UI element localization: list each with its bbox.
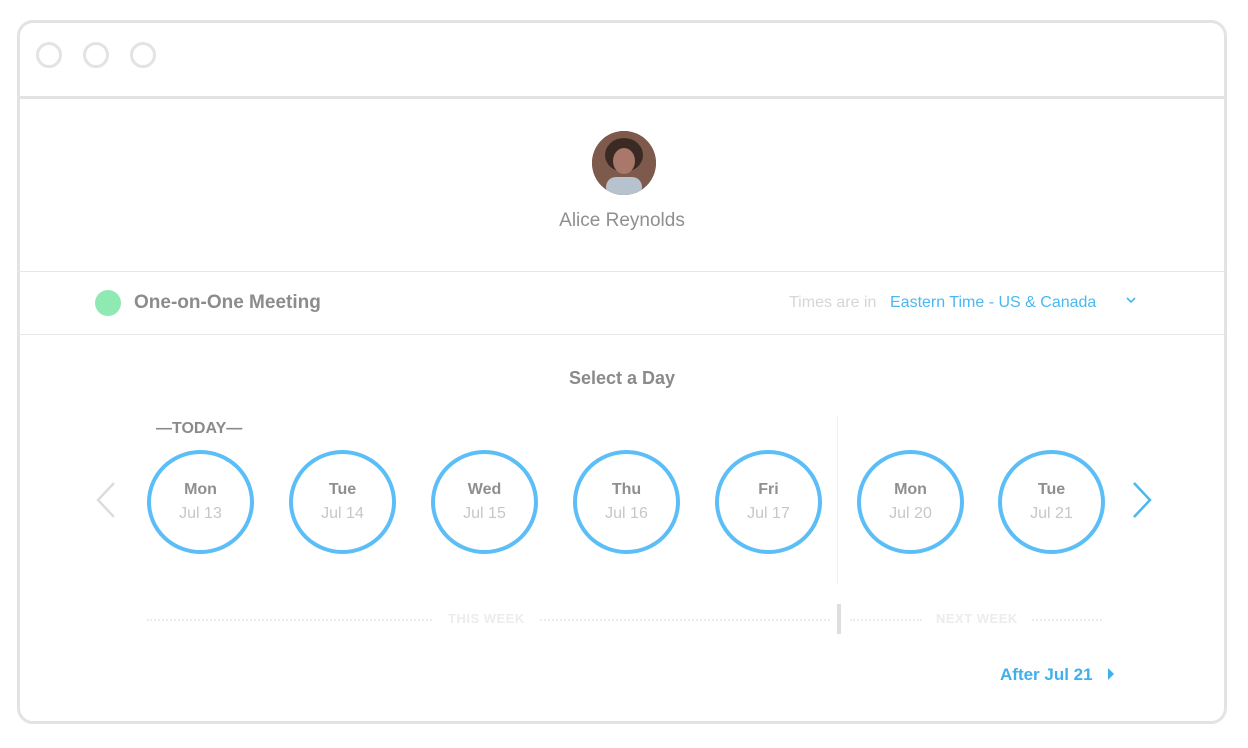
day-name: Tue bbox=[328, 481, 357, 498]
next-week-line bbox=[1032, 619, 1102, 621]
chevron-right-icon[interactable] bbox=[1130, 480, 1154, 520]
day-name: Tue bbox=[1037, 481, 1066, 498]
this-week-label: THIS WEEK bbox=[448, 611, 525, 626]
day-option[interactable]: Thu Jul 16 bbox=[573, 450, 680, 554]
select-day-title: Select a Day bbox=[568, 368, 676, 388]
week-separator bbox=[837, 604, 841, 634]
day-option[interactable]: Tue Jul 14 bbox=[289, 450, 396, 554]
day-date: Jul 17 bbox=[747, 505, 790, 522]
this-week-line bbox=[540, 619, 830, 621]
day-date: Jul 15 bbox=[463, 505, 506, 522]
day-option[interactable]: Mon Jul 20 bbox=[857, 450, 964, 554]
day-date: Jul 14 bbox=[321, 505, 364, 522]
caret-right-icon[interactable] bbox=[1108, 668, 1114, 680]
day-name: Thu bbox=[611, 481, 642, 498]
day-option[interactable]: Mon Jul 13 bbox=[147, 450, 254, 554]
timezone-prefix: Times are in bbox=[789, 294, 877, 311]
day-date: Jul 20 bbox=[889, 505, 932, 522]
day-name: Mon bbox=[184, 481, 217, 498]
next-week-label: NEXT WEEK bbox=[936, 611, 1018, 626]
day-option[interactable]: Tue Jul 21 bbox=[998, 450, 1105, 554]
day-date: Jul 21 bbox=[1030, 505, 1073, 522]
day-date: Jul 13 bbox=[179, 505, 222, 522]
day-option[interactable]: Wed Jul 15 bbox=[431, 450, 538, 554]
event-bar: One-on-One Meeting Times are in Eastern … bbox=[17, 272, 1227, 335]
day-option[interactable]: Fri Jul 17 bbox=[715, 450, 822, 554]
timezone-selector[interactable]: Eastern Time - US & Canada bbox=[890, 294, 1096, 312]
day-name: Mon bbox=[894, 481, 927, 498]
event-name: One-on-One Meeting bbox=[134, 292, 321, 313]
chevron-down-icon[interactable] bbox=[1123, 292, 1139, 308]
week-divider bbox=[837, 415, 838, 585]
owner-name: Alice Reynolds bbox=[559, 210, 685, 231]
avatar bbox=[592, 131, 656, 195]
day-name: Fri bbox=[758, 481, 779, 498]
next-week-line bbox=[850, 619, 922, 621]
today-label: —TODAY— bbox=[156, 420, 243, 437]
chevron-left-icon[interactable] bbox=[94, 480, 118, 520]
day-name: Wed bbox=[467, 481, 502, 498]
profile-header: Alice Reynolds bbox=[17, 96, 1227, 272]
event-color-dot bbox=[95, 290, 121, 316]
this-week-line bbox=[147, 619, 432, 621]
after-date-link[interactable]: After Jul 21 bbox=[1000, 665, 1093, 685]
day-date: Jul 16 bbox=[605, 505, 648, 522]
